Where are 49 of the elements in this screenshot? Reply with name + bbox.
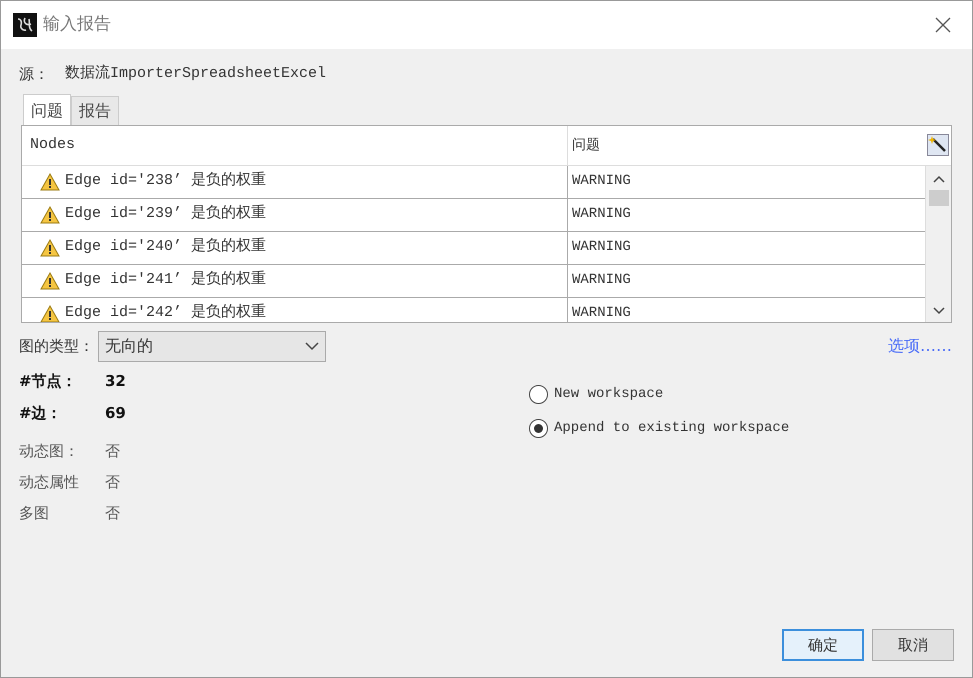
app-logo-icon: [13, 13, 37, 37]
radio-label: New workspace: [554, 385, 664, 404]
stat-value: 否: [105, 440, 120, 462]
issue-severity: WARNING: [571, 205, 632, 224]
tab[interactable]: 报告: [71, 96, 119, 124]
warning-icon: [40, 206, 60, 224]
issue-severity: WARNING: [571, 172, 632, 191]
issue-message: Edge id='242’ 是负的权重: [65, 302, 266, 322]
column-header: Nodes: [22, 126, 568, 164]
source-value: 数据流ImporterSpreadsheetExcel: [65, 63, 326, 84]
graph-type-label: 图的类型：: [19, 336, 94, 357]
stat-label: 动态属性: [19, 472, 80, 492]
scrollbar[interactable]: [925, 166, 951, 322]
column-header: 问题: [571, 136, 601, 154]
scrollbar-thumb[interactable]: [928, 190, 948, 206]
chevron-down-icon: [305, 342, 319, 350]
radio-button[interactable]: [529, 385, 548, 404]
radio-label: Append to existing workspace: [554, 419, 790, 438]
stat-value: 69: [105, 402, 126, 424]
issue-message: Edge id='241’ 是负的权重: [65, 270, 266, 290]
stat-label: 动态图：: [19, 440, 80, 462]
options-link[interactable]: 选项……: [888, 334, 952, 358]
issue-severity: WARNING: [571, 238, 632, 257]
stat-value: 否: [105, 502, 120, 524]
stat-label: #边：: [19, 402, 63, 424]
warning-icon: [40, 272, 60, 290]
tab[interactable]: 问题: [23, 94, 71, 124]
wand-icon[interactable]: [927, 134, 949, 156]
stat-label: 多图: [19, 502, 50, 524]
window-title: 输入报告: [43, 13, 111, 36]
stat-value: 否: [105, 472, 120, 492]
ok-button[interactable]: 确定: [782, 629, 864, 661]
graph-type-dropdown[interactable]: 无向的: [98, 330, 326, 362]
source-label: 源：: [19, 64, 49, 85]
scroll-up-icon[interactable]: [932, 174, 944, 184]
scroll-down-icon[interactable]: [932, 306, 944, 316]
stat-value: 32: [105, 370, 126, 392]
radio-button[interactable]: [529, 419, 548, 438]
issue-message: Edge id='238’ 是负的权重: [65, 170, 266, 192]
issue-severity: WARNING: [571, 304, 632, 322]
warning-icon: [40, 172, 60, 190]
warning-icon: [40, 238, 60, 256]
stat-label: #节点：: [19, 370, 78, 392]
warning-icon: [40, 304, 60, 322]
issue-message: Edge id='240’ 是负的权重: [65, 236, 266, 258]
close-icon[interactable]: [934, 16, 952, 34]
issue-severity: WARNING: [571, 271, 632, 290]
issue-message: Edge id='239’ 是负的权重: [65, 204, 266, 224]
cancel-button[interactable]: 取消: [872, 629, 954, 661]
